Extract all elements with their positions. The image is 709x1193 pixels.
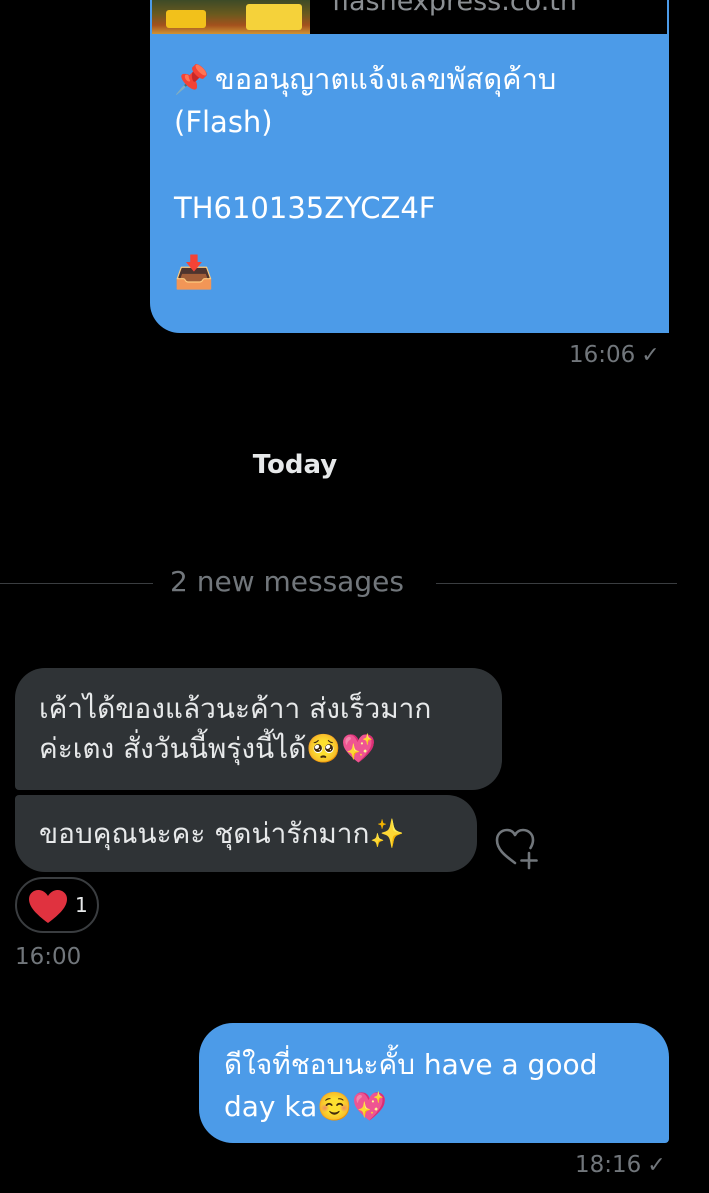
message-text: (Flash) [174,105,273,139]
outgoing-message-bubble[interactable]: 📌 ขออนุญาตแจ้งเลขพัสดุค้าบ (Flash) TH6101… [150,36,669,333]
link-preview-domain: flashexpress.co.th [332,0,577,17]
incoming-message-bubble[interactable]: เค้าได้ของแล้วนะค้าา ส่งเร็วมาก ค่ะเตง ส… [15,668,502,790]
tracking-number: TH610135ZYCZ4F [174,191,436,225]
incoming-message-bubble[interactable]: ขอบคุณนะคะ ชุดน่ารักมาก✨ [15,795,477,872]
pushpin-icon: 📌 [174,63,209,96]
sent-check-icon: ✓ [647,1153,666,1178]
sent-check-icon: ✓ [641,343,660,368]
link-preview-thumbnail [152,0,310,36]
message-text: เค้าได้ของแล้วนะค้าา ส่งเร็วมาก [39,692,432,725]
new-messages-label: 2 new messages [170,565,404,598]
new-messages-divider: 2 new messages [0,565,677,601]
outgoing-message-bubble[interactable]: ดีใจที่ชอบนะคั้บ have a good day ka☺️💖 [199,1023,669,1143]
message-text: ดีใจที่ชอบนะคั้บ have a good [224,1048,598,1081]
message-text: ค่ะเตง สั่งวันนี้พรุ่งนี้ได้🥺💖 [39,732,377,765]
reaction-badge[interactable]: 1 [15,877,99,933]
link-preview-card[interactable]: flashexpress.co.th [150,0,669,36]
reaction-count: 1 [75,893,88,917]
heart-icon [29,890,67,923]
date-separator: Today [252,450,338,480]
message-text: day ka☺️💖 [224,1090,388,1123]
message-timestamp: 18:16 ✓ [575,1152,666,1178]
add-reaction-icon[interactable] [494,826,540,870]
inbox-tray-icon: 📥 [174,253,214,291]
message-text: ขออนุญาตแจ้งเลขพัสดุค้าบ [214,62,557,96]
message-timestamp: 16:00 [15,944,82,970]
message-text: ขอบคุณนะคะ ชุดน่ารักมาก✨ [39,817,405,850]
message-timestamp: 16:06 ✓ [569,342,660,368]
dm-conversation: flashexpress.co.th 📌 ขออนุญาตแจ้งเลขพัสดุ… [0,0,709,1193]
